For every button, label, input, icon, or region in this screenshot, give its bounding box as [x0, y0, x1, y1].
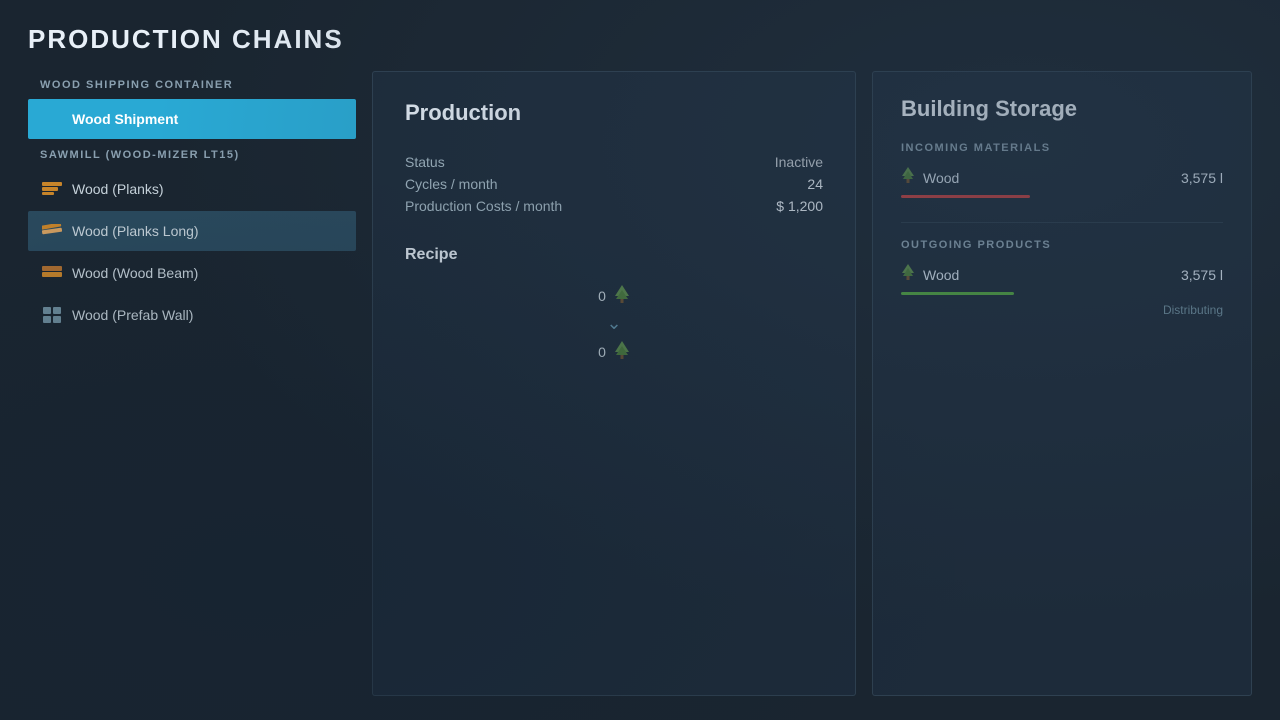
right-panel: Building Storage INCOMING MATERIALS Wood: [872, 71, 1252, 696]
list-item-label: Wood Shipment: [72, 111, 178, 127]
production-info: Status Inactive Cycles / month 24 Produc…: [405, 154, 823, 214]
incoming-tree-icon: [901, 166, 915, 189]
wall-icon: [42, 305, 62, 325]
tree-icon-output: [614, 340, 630, 363]
incoming-bar: [901, 195, 1030, 198]
status-row: Status Inactive: [405, 154, 823, 170]
incoming-item-wood: Wood 3,575 l: [901, 166, 1223, 198]
building-storage-title: Building Storage: [901, 96, 1223, 122]
outgoing-wood-value: 3,575 l: [1181, 267, 1223, 283]
storage-divider: [901, 222, 1223, 223]
left-panel: WOOD SHIPPING CONTAINER Wood Shipment SA…: [28, 71, 356, 696]
section-header-shipping: WOOD SHIPPING CONTAINER: [28, 71, 356, 97]
cycles-value: 24: [807, 176, 823, 192]
recipe-title: Recipe: [405, 246, 823, 264]
incoming-header: INCOMING MATERIALS: [901, 142, 1223, 154]
page-wrapper: PRODUCTION CHAINS WOOD SHIPPING CONTAINE…: [0, 0, 1280, 720]
outgoing-bar: [901, 292, 1014, 295]
costs-label: Production Costs / month: [405, 198, 562, 214]
list-item-wood-planks[interactable]: Wood (Planks): [28, 169, 356, 209]
list-item-label: Wood (Prefab Wall): [72, 307, 193, 323]
shipment-icon: [42, 109, 62, 129]
costs-value: $ 1,200: [776, 198, 823, 214]
outgoing-header: OUTGOING PRODUCTS: [901, 239, 1223, 251]
recipe-flow: 0 ⌄ 0: [405, 284, 823, 363]
incoming-wood-name: Wood: [923, 170, 959, 186]
list-item-label: Wood (Planks): [72, 181, 164, 197]
list-item-wood-planks-long[interactable]: Wood (Planks Long): [28, 211, 356, 251]
distributing-label: Distributing: [901, 303, 1223, 317]
outgoing-item-wood: Wood 3,575 l Distributing: [901, 263, 1223, 317]
recipe-arrow-icon: ⌄: [606, 313, 621, 334]
cycles-label: Cycles / month: [405, 176, 498, 192]
middle-panel: Production Status Inactive Cycles / mont…: [372, 71, 856, 696]
plank-long-icon: [42, 221, 62, 241]
recipe-output: 0: [598, 340, 630, 363]
cycles-row: Cycles / month 24: [405, 176, 823, 192]
outgoing-wood-name: Wood: [923, 267, 959, 283]
recipe-input-count: 0: [598, 288, 606, 304]
list-item-label: Wood (Planks Long): [72, 223, 199, 239]
beam-icon: [42, 263, 62, 283]
incoming-wood-value: 3,575 l: [1181, 170, 1223, 186]
section-header-sawmill: SAWMILL (WOOD-MIZER LT15): [28, 141, 356, 167]
list-item-wood-beam[interactable]: Wood (Wood Beam): [28, 253, 356, 293]
list-item-wood-shipment[interactable]: Wood Shipment: [28, 99, 356, 139]
status-label: Status: [405, 154, 445, 170]
costs-row: Production Costs / month $ 1,200: [405, 198, 823, 214]
production-title: Production: [405, 100, 823, 126]
page-title: PRODUCTION CHAINS: [28, 24, 1252, 55]
list-item-wood-prefab-wall[interactable]: Wood (Prefab Wall): [28, 295, 356, 335]
plank-icon: [42, 179, 62, 199]
outgoing-tree-icon: [901, 263, 915, 286]
status-value: Inactive: [775, 154, 823, 170]
tree-icon-input: [614, 284, 630, 307]
recipe-section: Recipe 0 ⌄ 0: [405, 246, 823, 363]
recipe-output-count: 0: [598, 344, 606, 360]
recipe-input: 0: [598, 284, 630, 307]
main-content: WOOD SHIPPING CONTAINER Wood Shipment SA…: [28, 71, 1252, 696]
list-item-label: Wood (Wood Beam): [72, 265, 198, 281]
